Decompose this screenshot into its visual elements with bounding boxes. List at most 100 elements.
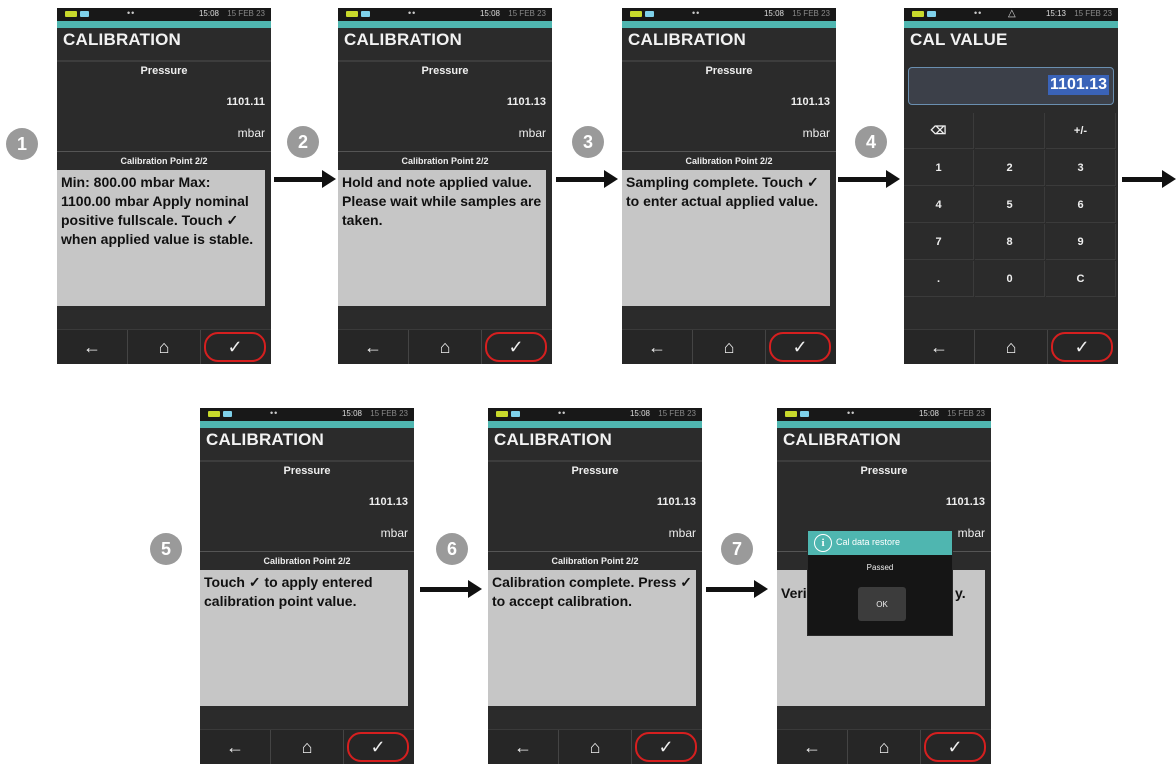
divider: [200, 460, 414, 462]
back-button[interactable]: ←: [488, 730, 558, 764]
device-screen-step-6: •• 15:08 15 FEB 23 CALIBRATION Pressure …: [488, 408, 702, 764]
nav-bar: ← ⌂ ✓: [200, 729, 414, 764]
title-accent-bar: [488, 421, 702, 428]
signal-icon: ••: [127, 8, 136, 18]
keypad-key[interactable]: 1: [904, 150, 974, 186]
instruction-message: Hold and note applied value. Please wait…: [338, 170, 546, 306]
step-badge: 6: [436, 533, 468, 565]
confirm-button[interactable]: ✓: [199, 330, 271, 364]
divider: [57, 60, 271, 62]
clear-key[interactable]: C: [1046, 261, 1116, 297]
pressure-label: Pressure: [571, 465, 619, 477]
usb-icon: [223, 411, 232, 417]
nav-bar: ← ⌂ ✓: [777, 729, 991, 764]
cal-data-restore-dialog: i Cal data restore Passed OK: [807, 530, 953, 636]
page-title: CALIBRATION: [344, 30, 463, 49]
confirm-button[interactable]: ✓: [342, 730, 414, 764]
page-title: CALIBRATION: [63, 30, 182, 49]
pressure-unit: mbar: [957, 526, 985, 540]
dialog-ok-button[interactable]: OK: [858, 587, 906, 621]
clock-date: 15 FEB 23: [227, 9, 265, 18]
check-icon: ✓: [227, 336, 243, 357]
keypad-key[interactable]: 0: [975, 261, 1045, 297]
calibration-point-label: Calibration Point 2/2: [338, 151, 552, 170]
dialog-title: Cal data restore: [836, 537, 901, 547]
arrow-left-icon: ←: [226, 736, 244, 757]
keypad-key[interactable]: 5: [975, 187, 1045, 223]
step-badge: 7: [721, 533, 753, 565]
usb-icon: [800, 411, 809, 417]
dialog-header: i Cal data restore: [808, 531, 952, 555]
divider: [622, 60, 836, 62]
back-button[interactable]: ←: [622, 330, 692, 364]
arrow-right-icon: [274, 170, 336, 188]
home-button[interactable]: ⌂: [408, 330, 482, 364]
confirm-button[interactable]: ✓: [630, 730, 702, 764]
keypad-key[interactable]: 7: [904, 224, 974, 260]
home-button[interactable]: ⌂: [974, 330, 1048, 364]
confirm-button[interactable]: ✓: [480, 330, 552, 364]
home-button[interactable]: ⌂: [270, 730, 344, 764]
page-title: CALIBRATION: [206, 430, 325, 449]
instruction-message-right: y.: [955, 585, 966, 601]
clock-date: 15 FEB 23: [508, 9, 546, 18]
back-button[interactable]: ←: [200, 730, 270, 764]
nav-bar: ← ⌂ ✓: [338, 329, 552, 364]
arrow-right-icon: [838, 170, 900, 188]
home-button[interactable]: ⌂: [127, 330, 201, 364]
back-button[interactable]: ←: [904, 330, 974, 364]
signal-icon: ••: [558, 408, 567, 418]
pressure-unit: mbar: [668, 526, 696, 540]
keypad-key[interactable]: 4: [904, 187, 974, 223]
home-icon: ⌂: [1005, 336, 1017, 357]
keypad-key[interactable]: 9: [1046, 224, 1116, 260]
instruction-message: Touch ✓ to apply entered calibration poi…: [200, 570, 408, 706]
battery-icon: [65, 11, 77, 17]
pressure-unit: mbar: [518, 126, 546, 140]
keypad-key[interactable]: 3: [1046, 150, 1116, 186]
confirm-button[interactable]: ✓: [919, 730, 991, 764]
divider: [338, 60, 552, 62]
keypad-key[interactable]: 2: [975, 150, 1045, 186]
arrow-left-icon: ←: [648, 336, 666, 357]
home-button[interactable]: ⌂: [558, 730, 632, 764]
usb-icon: [80, 11, 89, 17]
back-button[interactable]: ←: [777, 730, 847, 764]
step-badge: 2: [287, 126, 319, 158]
pressure-label: Pressure: [705, 65, 753, 77]
arrow-right-icon: [706, 580, 768, 598]
battery-icon: [496, 411, 508, 417]
keypad-key[interactable]: 6: [1046, 187, 1116, 223]
cal-value-input[interactable]: 1101.13: [908, 67, 1114, 105]
battery-icon: [785, 411, 797, 417]
status-bar: •• 15:08 15 FEB 23: [622, 8, 836, 21]
signal-icon: ••: [692, 8, 701, 18]
usb-icon: [927, 11, 936, 17]
warning-icon: △: [1008, 8, 1016, 19]
sign-toggle-key[interactable]: +/-: [1046, 113, 1116, 149]
home-icon: ⌂: [723, 336, 735, 357]
usb-icon: [361, 11, 370, 17]
back-button[interactable]: ←: [57, 330, 127, 364]
device-screen-step-3: •• 15:08 15 FEB 23 CALIBRATION Pressure …: [622, 8, 836, 364]
arrow-left-icon: ←: [514, 736, 532, 757]
pressure-value: 1101.13: [945, 496, 985, 508]
decimal-key[interactable]: .: [904, 261, 974, 297]
backspace-key[interactable]: ⌫: [904, 113, 974, 149]
keypad-key[interactable]: 8: [975, 224, 1045, 260]
confirm-button[interactable]: ✓: [1046, 330, 1118, 364]
arrow-right-icon: [556, 170, 618, 188]
instruction-message: Min: 800.00 mbar Max: 1100.00 mbar Apply…: [57, 170, 265, 306]
clock-time: 15:08: [918, 409, 939, 418]
instruction-message: Sampling complete. Touch ✓ to enter actu…: [622, 170, 830, 306]
confirm-button[interactable]: ✓: [764, 330, 836, 364]
home-button[interactable]: ⌂: [692, 330, 766, 364]
home-button[interactable]: ⌂: [847, 730, 921, 764]
pressure-value: 1101.13: [790, 96, 830, 108]
clock-time: 15:08: [198, 9, 219, 18]
nav-bar: ← ⌂ ✓: [622, 329, 836, 364]
calibration-point-label: Calibration Point 2/2: [200, 551, 414, 570]
device-screen-step-2: •• 15:08 15 FEB 23 CALIBRATION Pressure …: [338, 8, 552, 364]
signal-icon: ••: [408, 8, 417, 18]
back-button[interactable]: ←: [338, 330, 408, 364]
